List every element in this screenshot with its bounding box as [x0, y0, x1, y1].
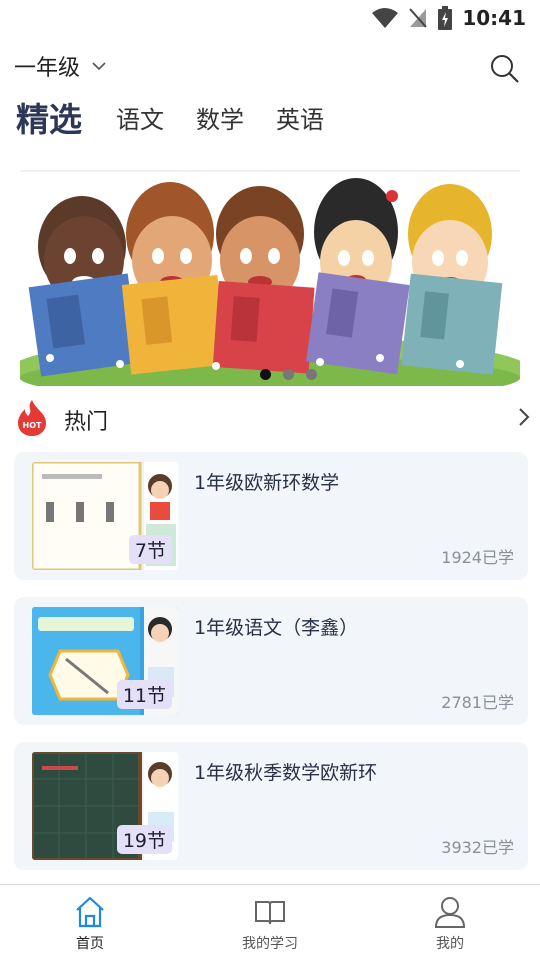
- tab-math[interactable]: 数学: [196, 100, 244, 140]
- carousel-dot[interactable]: [260, 369, 271, 380]
- bottom-nav: 首页 我的学习 我的: [0, 884, 540, 960]
- hot-fire-icon: HOT: [18, 400, 46, 436]
- hot-icon-text: HOT: [23, 421, 42, 430]
- book-icon: [255, 901, 285, 925]
- learner-count: 3932已学: [441, 838, 514, 857]
- carousel-dot[interactable]: [283, 369, 294, 380]
- grade-label: 一年级: [14, 56, 81, 81]
- search-icon[interactable]: [490, 54, 520, 84]
- course-card[interactable]: 19节 1年级秋季数学欧新环 3932已学: [14, 742, 528, 870]
- nav-my-learning[interactable]: 我的学习: [180, 885, 360, 960]
- grade-selector[interactable]: 一年级: [14, 50, 106, 82]
- battery-charging-icon: [438, 6, 453, 30]
- nav-label: 我的学习: [242, 936, 298, 952]
- header: 一年级: [0, 50, 540, 86]
- lesson-count-badge: 19节: [116, 825, 172, 854]
- chevron-right-icon[interactable]: [516, 406, 532, 428]
- no-signal-icon: [409, 8, 428, 28]
- home-icon: [76, 896, 104, 928]
- carousel-dot[interactable]: [306, 369, 317, 380]
- course-title: 1年级语文（李鑫）: [194, 617, 359, 639]
- lesson-count-badge: 7节: [128, 535, 172, 564]
- chevron-down-icon: [92, 62, 106, 71]
- course-card[interactable]: 7节 1年级欧新环数学 1924已学: [14, 452, 528, 580]
- learner-count: 1924已学: [441, 548, 514, 567]
- nav-home[interactable]: 首页: [0, 885, 180, 960]
- hot-section-title: 热门: [64, 410, 109, 435]
- status-icons: 10:41: [372, 6, 526, 30]
- banner-illustration: [20, 178, 520, 386]
- course-card[interactable]: 11节 1年级语文（李鑫） 2781已学: [14, 597, 528, 725]
- carousel-dots: [260, 369, 317, 380]
- lesson-count-badge: 11节: [116, 680, 172, 709]
- course-title: 1年级欧新环数学: [194, 472, 340, 494]
- nav-label: 我的: [436, 936, 464, 952]
- hot-section-header[interactable]: HOT 热门: [16, 398, 532, 438]
- user-icon: [434, 897, 466, 928]
- course-thumbnail: 11节: [32, 607, 178, 715]
- nav-profile[interactable]: 我的: [360, 885, 540, 960]
- learner-count: 2781已学: [441, 693, 514, 712]
- subject-tabs: 精选 语文 数学 英语: [16, 100, 356, 140]
- tab-english[interactable]: 英语: [276, 100, 324, 140]
- tab-featured[interactable]: 精选: [16, 100, 82, 140]
- course-thumbnail: 19节: [32, 752, 178, 860]
- tab-chinese[interactable]: 语文: [116, 100, 164, 140]
- course-thumbnail: 7节: [32, 462, 178, 570]
- nav-label: 首页: [76, 936, 104, 952]
- status-bar: 10:41: [0, 0, 540, 36]
- banner-carousel[interactable]: [20, 170, 520, 386]
- status-time: 10:41: [462, 6, 526, 30]
- course-title: 1年级秋季数学欧新环: [194, 762, 378, 784]
- wifi-icon: [372, 8, 399, 28]
